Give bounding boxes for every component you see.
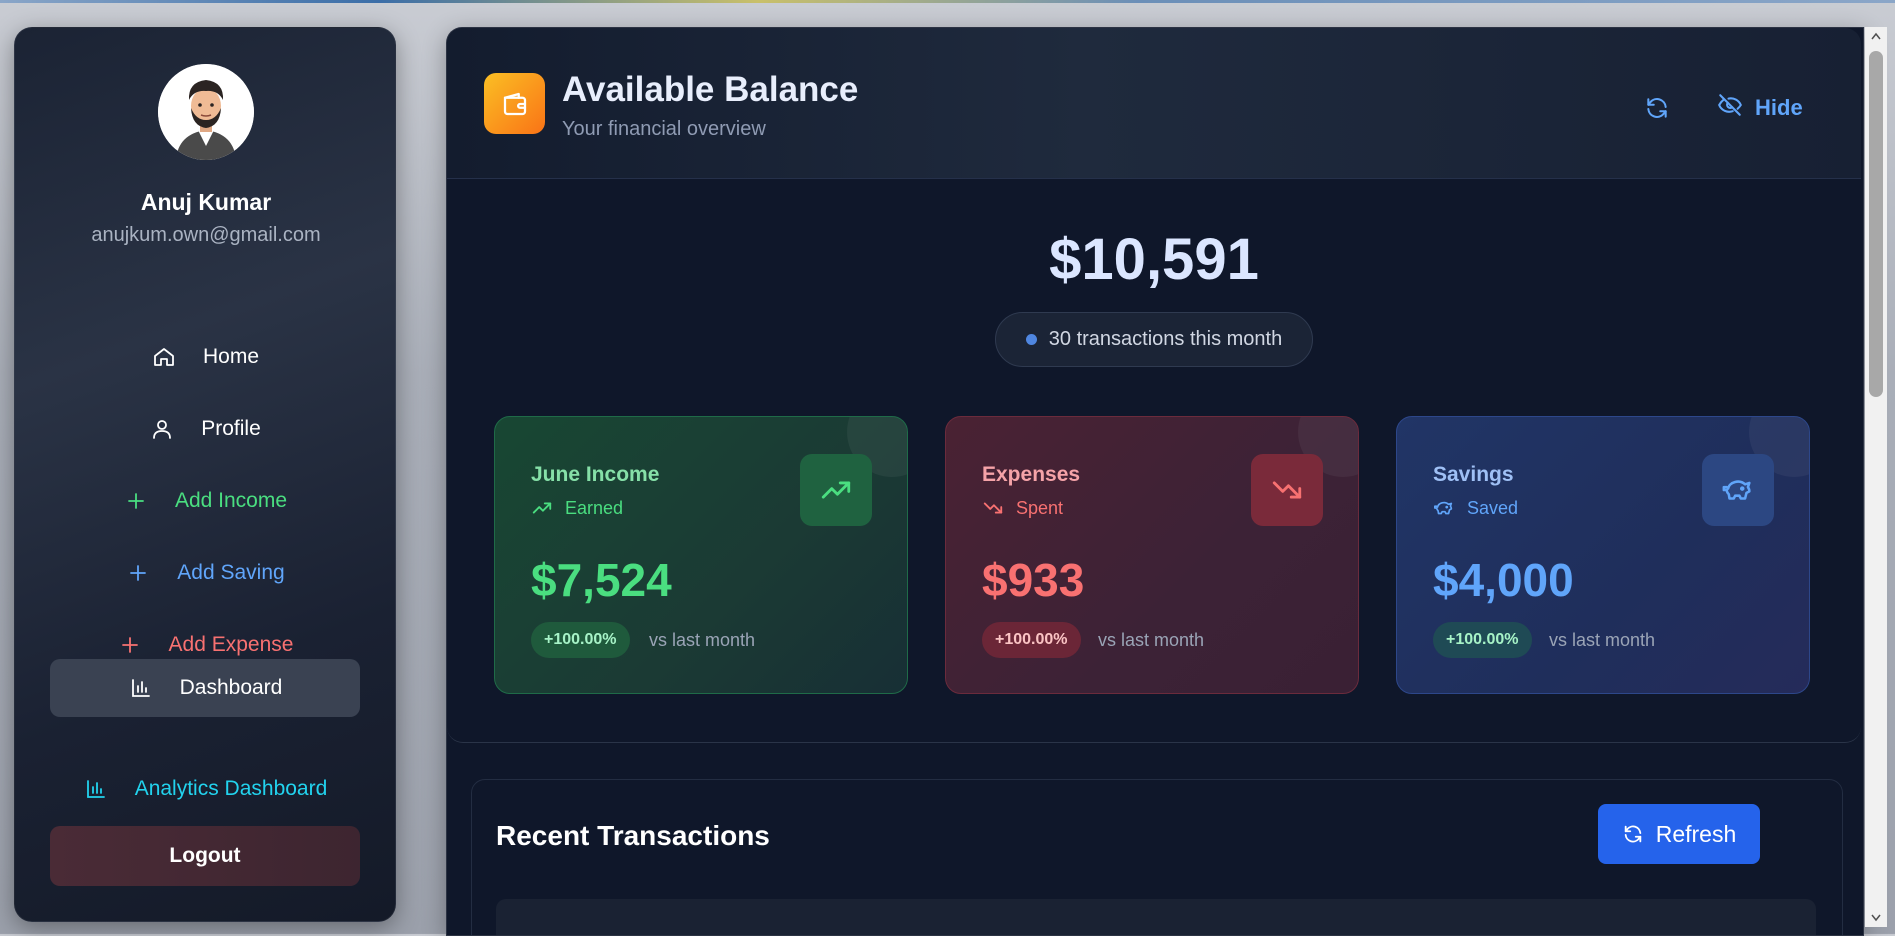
nav-add-income[interactable]: Add Income <box>50 472 360 530</box>
nav-add-saving[interactable]: Add Saving <box>50 544 360 602</box>
refresh-label: Refresh <box>1655 820 1737 847</box>
savings-subtitle: Saved <box>1433 497 1518 519</box>
expense-amount: $933 <box>982 554 1085 606</box>
home-icon <box>151 344 177 370</box>
transactions-count-pill: 30 transactions this month <box>995 312 1313 367</box>
income-subtitle: Earned <box>531 497 623 519</box>
table-header-row <box>496 899 1816 935</box>
income-card[interactable]: June Income Earned $7,524 +100.00% vs la… <box>494 416 908 694</box>
hide-label: Hide <box>1755 95 1803 120</box>
status-dot <box>1025 334 1037 345</box>
browser-top-strip <box>0 0 1895 3</box>
trending-up-icon <box>532 502 552 514</box>
nav-home-label: Home <box>202 345 260 368</box>
nav-analytics-label: Analytics Dashboard <box>134 777 328 800</box>
nav-profile-label: Profile <box>201 417 261 440</box>
balance-amount: $10,591 <box>1049 227 1259 292</box>
income-title: June Income <box>531 463 660 486</box>
wallet-icon <box>484 73 545 134</box>
nav-add-saving-label: Add Saving <box>177 561 285 584</box>
scrollbar-thumb[interactable] <box>1869 51 1883 397</box>
logout-button[interactable]: Logout <box>50 826 360 886</box>
balance-header: Available Balance Your financial overvie… <box>447 28 1861 179</box>
plus-icon <box>123 488 149 514</box>
plus-icon <box>117 632 143 658</box>
user-email: anujkum.own@gmail.com <box>91 224 321 246</box>
expense-card[interactable]: Expenses Spent $933 +100.00% vs last mon… <box>945 416 1359 694</box>
user-icon <box>149 416 175 442</box>
eye-off-icon <box>1717 92 1743 124</box>
savings-card[interactable]: Savings Saved $4,000 +100.00% vs last mo… <box>1396 416 1810 694</box>
savings-sub-label: Saved <box>1467 497 1519 518</box>
expense-title: Expenses <box>982 463 1081 486</box>
main-panel: Available Balance Your financial overvie… <box>446 27 1864 936</box>
refresh-icon <box>1647 98 1667 118</box>
income-sub-label: Earned <box>565 497 624 518</box>
nav-home[interactable]: Home <box>50 328 360 386</box>
nav-dashboard[interactable]: Dashboard <box>50 659 360 717</box>
income-amount: $7,524 <box>531 554 672 606</box>
nav-add-expense-label: Add Expense <box>168 633 294 656</box>
recent-transactions-section: Recent Transactions Refresh <box>471 779 1843 935</box>
scroll-down-arrow-icon[interactable] <box>1865 909 1887 927</box>
trending-down-icon <box>983 502 1003 514</box>
page-subtitle: Your financial overview <box>562 118 766 140</box>
balance-card: Available Balance Your financial overvie… <box>447 28 1861 743</box>
refresh-transactions-button[interactable]: Refresh <box>1598 804 1760 864</box>
savings-title: Savings <box>1433 463 1514 486</box>
transactions-count: 30 transactions this month <box>1048 328 1283 350</box>
hide-balance-button[interactable]: Hide <box>1717 88 1803 128</box>
nav-profile[interactable]: Profile <box>50 400 360 458</box>
user-name: Anuj Kumar <box>140 189 272 215</box>
refresh-balance-button[interactable] <box>1637 88 1677 128</box>
piggy-bank-icon <box>1702 454 1774 526</box>
bar-chart-icon <box>83 776 109 802</box>
refresh-icon <box>1624 825 1641 843</box>
expense-subtitle: Spent <box>982 497 1063 519</box>
expense-change-badge: +100.00% <box>982 622 1081 658</box>
bar-chart-icon <box>128 675 154 701</box>
expense-vs-label: vs last month <box>1098 630 1205 650</box>
nav-add-income-label: Add Income <box>174 489 288 512</box>
piggy-bank-icon <box>1434 501 1453 515</box>
nav-dashboard-label: Dashboard <box>179 676 283 699</box>
savings-vs-label: vs last month <box>1549 630 1656 650</box>
avatar[interactable] <box>158 64 254 160</box>
page-scrollbar[interactable] <box>1865 27 1887 927</box>
page-title: Available Balance <box>562 70 859 109</box>
nav-analytics-dashboard[interactable]: Analytics Dashboard <box>50 760 360 818</box>
plus-icon <box>125 560 151 586</box>
sidebar: Anuj Kumar anujkum.own@gmail.com Home Pr… <box>14 27 396 922</box>
savings-change-badge: +100.00% <box>1433 622 1532 658</box>
income-vs-label: vs last month <box>649 630 756 650</box>
recent-transactions-title: Recent Transactions <box>496 820 770 851</box>
trending-down-icon <box>1251 454 1323 526</box>
scroll-up-arrow-icon[interactable] <box>1865 27 1887 45</box>
trending-up-icon <box>800 454 872 526</box>
expense-sub-label: Spent <box>1016 497 1064 518</box>
savings-amount: $4,000 <box>1433 554 1574 606</box>
income-change-badge: +100.00% <box>531 622 630 658</box>
